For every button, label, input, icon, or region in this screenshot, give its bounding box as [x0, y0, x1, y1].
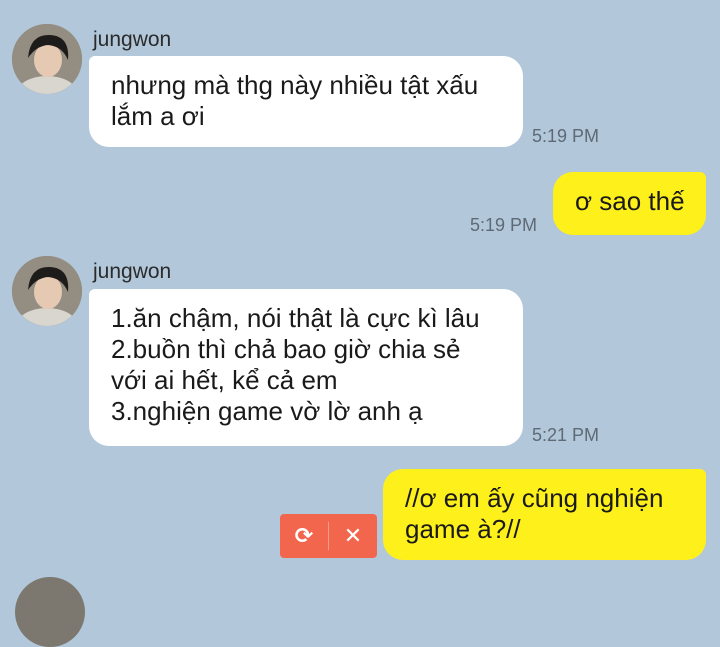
- message-text: 2.buồn thì chả bao giờ chia sẻ: [111, 334, 461, 364]
- message-time: 5:19 PM: [532, 126, 600, 146]
- message-text: nhưng mà thg này nhiều tật xấu: [111, 70, 479, 100]
- message-time: 5:19 PM: [470, 215, 538, 235]
- cancel-button[interactable]: ✕: [329, 514, 377, 558]
- message-text: 3.nghiện game vờ lờ anh ạ: [111, 396, 423, 426]
- failed-send-actions: ⟳ ✕: [280, 514, 377, 558]
- message-bubble[interactable]: ơ sao thế: [553, 172, 706, 235]
- message-bubble[interactable]: 1.ăn chậm, nói thật là cực kì lâu 2.buồn…: [89, 289, 523, 446]
- message-text: ơ sao thế: [575, 186, 685, 216]
- message-text: game à?//: [405, 514, 521, 544]
- close-icon: ✕: [343, 523, 363, 548]
- message-text: //ơ em ấy cũng nghiện: [405, 483, 664, 513]
- message-text: 1.ăn chậm, nói thật là cực kì lâu: [111, 303, 480, 333]
- message-time: 5:21 PM: [532, 425, 600, 445]
- message-text: với ai hết, kể cả em: [111, 365, 338, 395]
- retry-icon: ⟳: [294, 523, 314, 548]
- profile-photo: [12, 24, 82, 94]
- message-bubble[interactable]: //ơ em ấy cũng nghiện game à?//: [383, 469, 706, 560]
- avatar: [15, 577, 85, 647]
- message-bubble[interactable]: nhưng mà thg này nhiều tật xấu lắm a ơi: [89, 56, 523, 147]
- avatar[interactable]: [12, 24, 82, 94]
- profile-photo: [12, 256, 82, 326]
- retry-button[interactable]: ⟳: [280, 514, 328, 558]
- avatar[interactable]: [12, 256, 82, 326]
- message-text: lắm a ơi: [111, 101, 205, 131]
- sender-name: jungwon: [93, 260, 172, 283]
- sender-name: jungwon: [93, 28, 172, 51]
